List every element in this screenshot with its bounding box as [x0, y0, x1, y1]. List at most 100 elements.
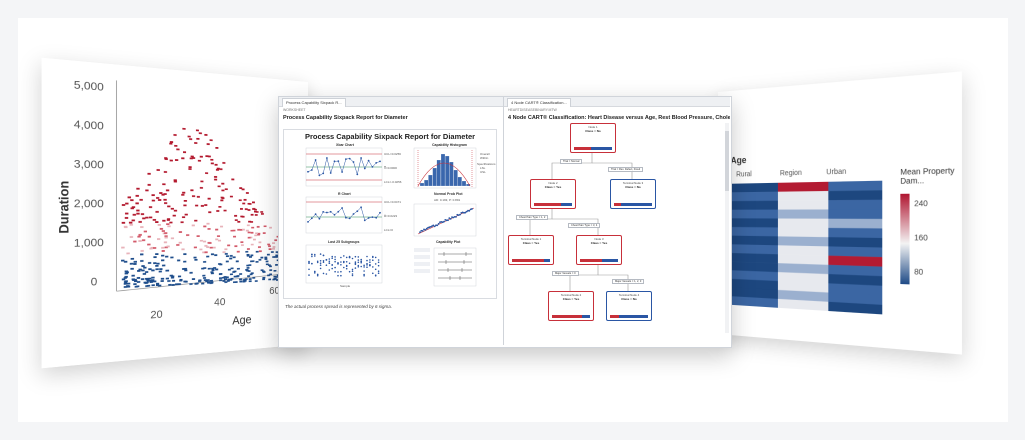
scatter-point: [145, 190, 148, 192]
scrollbar[interactable]: [725, 123, 729, 333]
scatter-point: [147, 173, 150, 175]
scatter-point: [273, 276, 276, 278]
scatter-point: [269, 227, 272, 229]
tree-node[interactable]: Terminal Node 1 Class = Yes: [508, 235, 554, 265]
scatter-point: [237, 221, 240, 223]
tree-node-root[interactable]: Node 1 Class = No: [570, 123, 616, 153]
scatter-point: [164, 232, 167, 234]
subgroup-point: [343, 267, 345, 269]
scatter-point: [176, 244, 179, 246]
heatmap-cell: [828, 209, 882, 219]
tree-node[interactable]: Node 2 Class = Yes: [530, 179, 576, 209]
scatter-point: [267, 254, 270, 256]
scatter-point: [240, 241, 243, 243]
scatter-point: [215, 238, 218, 240]
scatter-point: [230, 255, 233, 257]
tree-node[interactable]: Terminal Node 4 Class = No: [606, 291, 652, 321]
scatter-point: [161, 278, 164, 280]
histogram-bar: [428, 175, 432, 186]
tree-node[interactable]: Terminal Node 2 Class = Yes: [548, 291, 594, 321]
scatter-point: [192, 278, 195, 280]
scatter-point: [180, 221, 183, 223]
scatter-point: [231, 179, 234, 181]
scatter-point: [153, 262, 156, 264]
legend-title: Mean Property Dam...: [900, 168, 957, 188]
scatter-point: [140, 260, 143, 262]
scatter-point: [122, 222, 125, 224]
prob-point: [471, 208, 473, 210]
scatter-point: [223, 251, 226, 253]
subgroup-point: [337, 275, 339, 277]
scatter-point: [269, 248, 272, 250]
scatter-point: [252, 277, 255, 279]
histogram-bar: [462, 181, 466, 186]
scatter-point: [242, 203, 245, 205]
scatter-point: [216, 169, 219, 171]
scatter-point: [185, 214, 188, 216]
scatter-point: [207, 143, 210, 145]
scatter-point: [218, 206, 221, 208]
subgroup-point: [331, 264, 333, 266]
scatter-point: [247, 209, 250, 211]
scatter-point: [148, 184, 151, 186]
scatter-point: [161, 280, 164, 282]
scatter-point: [137, 236, 140, 238]
subgroup-point: [366, 256, 368, 258]
subgroup-point: [340, 257, 342, 259]
subgroup-point: [343, 261, 345, 263]
subgroup-point: [352, 269, 354, 271]
split-label: Major Vessels = 1, 2, 3: [612, 279, 644, 284]
scatter-point: [250, 221, 253, 223]
subgroup-point: [334, 259, 336, 261]
subgroup-point: [320, 268, 322, 270]
subgroup-point: [340, 264, 342, 266]
scrollbar-thumb[interactable]: [725, 131, 729, 191]
subgroup-point: [334, 261, 336, 263]
scatter-point: [141, 213, 144, 215]
scatter-point: [129, 222, 132, 224]
scatter-point: [272, 279, 275, 281]
scatter-point: [167, 206, 170, 208]
tab-process-capability[interactable]: Process Capability Sixpack R...: [282, 98, 346, 107]
report-window: Process Capability Sixpack R... WORKSHEE…: [278, 96, 732, 348]
tab-cart-classification[interactable]: 4 Node CART® Classification...: [507, 98, 571, 107]
scatter-point: [263, 271, 266, 273]
scatter-point: [167, 225, 170, 227]
scatter-point: [142, 217, 145, 219]
scatter-point: [155, 268, 158, 270]
scatter-point: [203, 241, 206, 243]
tree-node[interactable]: Terminal Node 3 Class = No: [610, 179, 656, 209]
subgroup-point: [314, 271, 316, 273]
scatter-point: [197, 196, 200, 198]
y-axis-title: Duration: [57, 181, 72, 234]
scatter-point: [164, 241, 167, 243]
tree-node[interactable]: Node 3 Class = Yes: [576, 235, 622, 265]
subgroup-point: [329, 261, 331, 263]
scatter-point: [156, 197, 159, 199]
scatter-point: [140, 253, 143, 255]
legend-tick: 80: [914, 269, 923, 277]
subgroup-point: [375, 263, 377, 265]
scatter-point: [138, 234, 141, 236]
subgroup-point: [334, 256, 336, 258]
scatter-point: [210, 159, 213, 161]
scatter-point: [237, 251, 240, 253]
scatter-point: [136, 195, 139, 197]
scatter-point: [230, 196, 233, 198]
scatter-point: [204, 134, 207, 136]
subgroup-point: [363, 266, 365, 268]
scatter-point: [182, 216, 185, 218]
scatter-point: [171, 237, 174, 239]
scatter-point: [182, 268, 185, 270]
scatter-point: [192, 225, 195, 227]
scatter-point: [255, 280, 258, 282]
scatter-point: [156, 283, 159, 285]
heatmap-cell: [731, 210, 778, 219]
heatmap-cell: [828, 219, 882, 229]
prob-point: [438, 223, 440, 225]
scatter-point: [167, 280, 170, 282]
scatter-point: [192, 195, 195, 197]
scatter-point: [245, 251, 248, 253]
scatter-point: [175, 159, 178, 161]
scatter-point: [196, 283, 199, 285]
